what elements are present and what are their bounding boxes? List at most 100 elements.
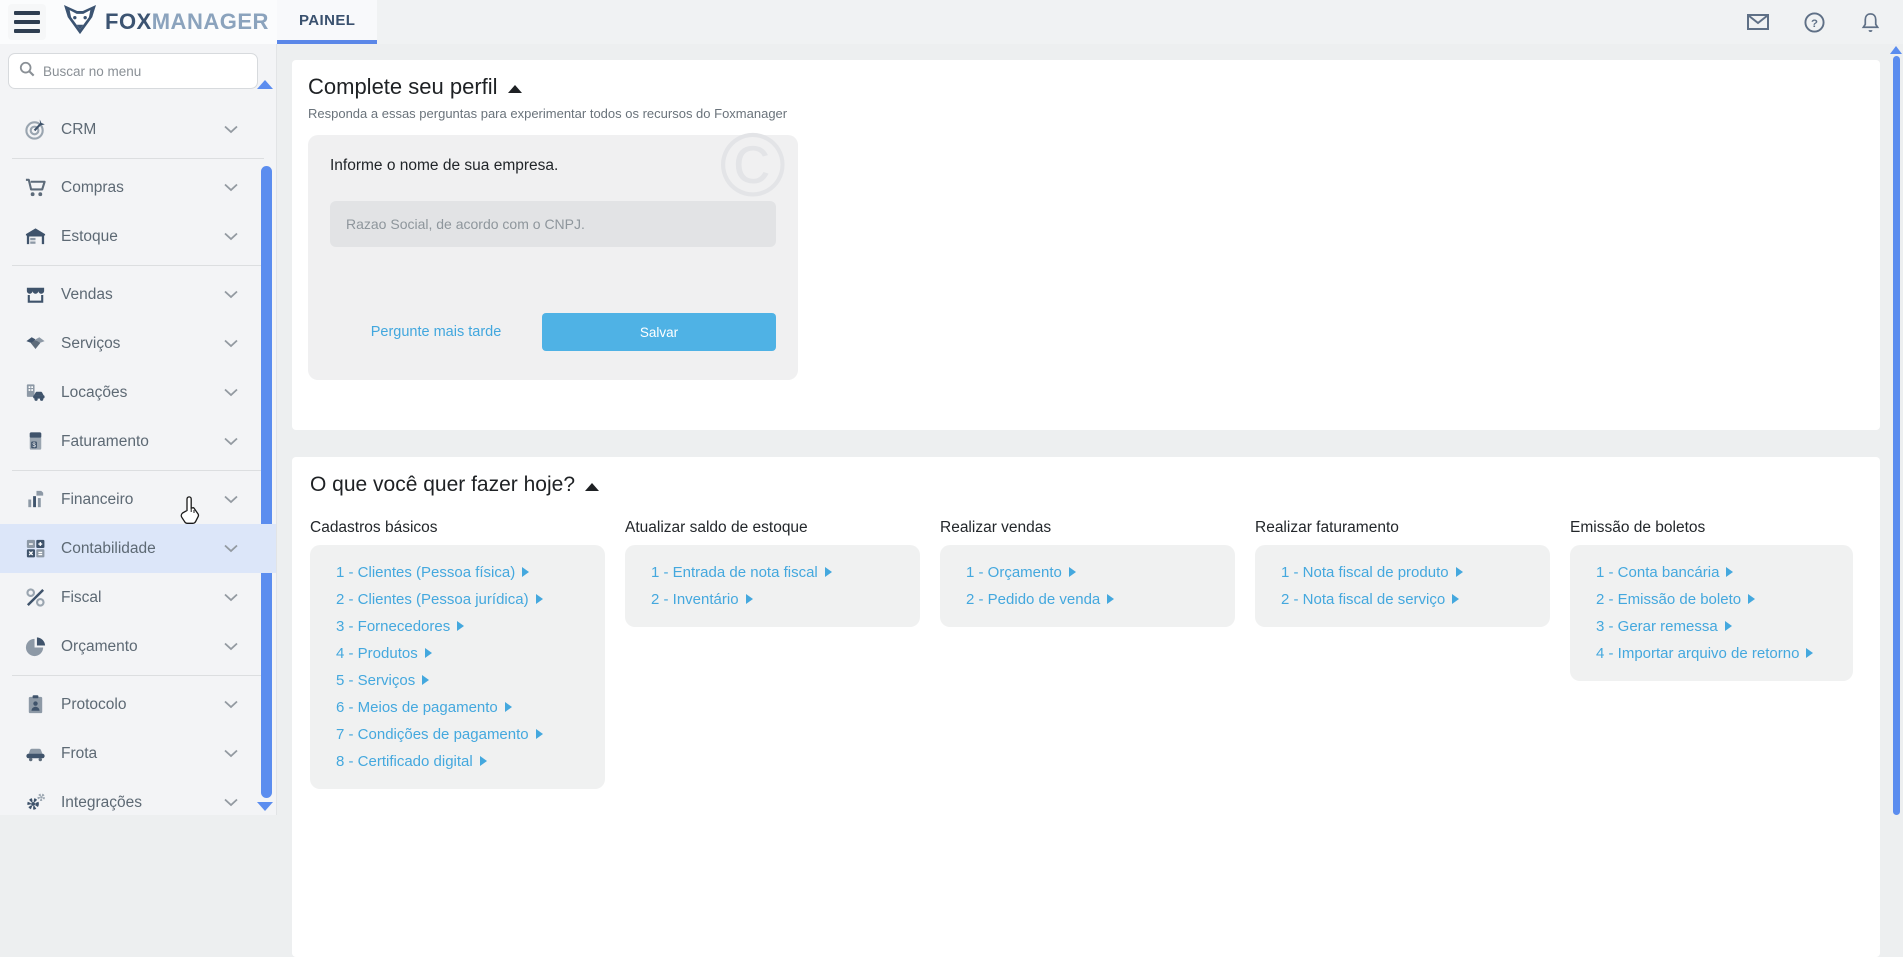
link-arrow-icon bbox=[536, 729, 543, 739]
sidebar-item-label: Financeiro bbox=[61, 491, 133, 509]
quick-link[interactable]: 1 - Orçamento bbox=[966, 559, 1217, 586]
menu-divider bbox=[12, 265, 264, 266]
sidebar-item-crm[interactable]: CRM bbox=[0, 105, 276, 154]
car-icon bbox=[22, 742, 48, 766]
copyright-watermark: © bbox=[720, 121, 786, 211]
ask-later-link[interactable]: Pergunte mais tarde bbox=[330, 324, 542, 340]
quick-link-label: 2 - Nota fiscal de serviço bbox=[1281, 591, 1445, 608]
chevron-down-icon bbox=[224, 491, 238, 509]
column-header: Realizar vendas bbox=[940, 519, 1235, 537]
quick-link-label: 1 - Nota fiscal de produto bbox=[1281, 564, 1449, 581]
sidebar-scroll-up-icon[interactable] bbox=[257, 80, 273, 89]
quick-link[interactable]: 2 - Pedido de venda bbox=[966, 586, 1217, 613]
column-header: Atualizar saldo de estoque bbox=[625, 519, 920, 537]
main-content: Complete seu perfil Responda a essas per… bbox=[278, 44, 1903, 815]
sidebar-item-label: Estoque bbox=[61, 228, 118, 246]
column-atualizar-estoque: Atualizar saldo de estoque 1 - Entrada d… bbox=[625, 519, 920, 789]
sidebar-item-estoque[interactable]: Estoque bbox=[0, 212, 276, 261]
sidebar-item-fiscal[interactable]: Fiscal bbox=[0, 573, 276, 622]
chevron-down-icon bbox=[224, 121, 238, 139]
bar-chart-icon bbox=[22, 488, 48, 512]
target-icon bbox=[22, 118, 48, 142]
storefront-icon bbox=[22, 283, 48, 307]
sidebar-item-contabilidade[interactable]: Contabilidade bbox=[0, 524, 276, 573]
today-section-title: O que você quer fazer hoje? bbox=[310, 473, 575, 497]
collapse-icon[interactable] bbox=[508, 85, 522, 93]
sidebar-item-label: Faturamento bbox=[61, 433, 149, 451]
sidebar-item-financeiro[interactable]: Financeiro bbox=[0, 475, 276, 524]
sidebar-item-label: CRM bbox=[61, 121, 96, 139]
sidebar-item-vendas[interactable]: Vendas bbox=[0, 270, 276, 319]
quick-link-label: 1 - Entrada de nota fiscal bbox=[651, 564, 818, 581]
profile-section: Complete seu perfil Responda a essas per… bbox=[292, 60, 1880, 430]
sidebar-item-label: Integrações bbox=[61, 794, 142, 812]
page-scroll-up-icon[interactable] bbox=[1890, 46, 1902, 54]
quick-link-label: 1 - Conta bancária bbox=[1596, 564, 1719, 581]
quick-link[interactable]: 1 - Clientes (Pessoa física) bbox=[336, 559, 587, 586]
percent-icon bbox=[22, 586, 48, 610]
quick-link[interactable]: 3 - Fornecedores bbox=[336, 613, 587, 640]
chevron-down-icon bbox=[224, 228, 238, 246]
hamburger-menu-icon[interactable] bbox=[8, 4, 46, 40]
quick-link[interactable]: 2 - Clientes (Pessoa jurídica) bbox=[336, 586, 587, 613]
sidebar-item-integracoes[interactable]: Integrações bbox=[0, 778, 276, 827]
link-arrow-icon bbox=[1806, 648, 1813, 658]
quick-link[interactable]: 1 - Nota fiscal de produto bbox=[1281, 559, 1532, 586]
quick-link-label: 6 - Meios de pagamento bbox=[336, 699, 498, 716]
sidebar-item-orcamento[interactable]: Orçamento bbox=[0, 622, 276, 671]
column-realizar-vendas: Realizar vendas 1 - Orçamento 2 - Pedido… bbox=[940, 519, 1235, 789]
quick-link[interactable]: 4 - Importar arquivo de retorno bbox=[1596, 640, 1821, 667]
cart-icon bbox=[22, 176, 48, 200]
column-header: Realizar faturamento bbox=[1255, 519, 1550, 537]
company-question-card: Informe o nome de sua empresa. © Pergunt… bbox=[308, 135, 798, 380]
mail-icon[interactable] bbox=[1747, 11, 1769, 33]
search-input[interactable] bbox=[43, 64, 223, 79]
tab-painel[interactable]: PAINEL bbox=[277, 0, 377, 44]
sidebar-item-locacoes[interactable]: Locações bbox=[0, 368, 276, 417]
quick-link-label: 5 - Serviços bbox=[336, 672, 415, 689]
quick-link[interactable]: 3 - Gerar remessa bbox=[1596, 613, 1835, 640]
quick-links-card: 1 - Orçamento 2 - Pedido de venda bbox=[940, 545, 1235, 627]
quick-link[interactable]: 8 - Certificado digital bbox=[336, 748, 587, 775]
quick-link[interactable]: 1 - Entrada de nota fiscal bbox=[651, 559, 902, 586]
link-arrow-icon bbox=[425, 648, 432, 658]
sidebar-menu: CRM Compras Estoque Vendas bbox=[0, 105, 276, 827]
chevron-down-icon bbox=[224, 696, 238, 714]
svg-text:?: ? bbox=[1811, 17, 1818, 29]
app-title: FOXMANAGER bbox=[105, 9, 269, 35]
help-icon[interactable]: ? bbox=[1803, 11, 1825, 33]
quick-link-label: 7 - Condições de pagamento bbox=[336, 726, 529, 743]
menu-search-box bbox=[8, 53, 258, 89]
quick-link[interactable]: 1 - Conta bancária bbox=[1596, 559, 1835, 586]
quick-link[interactable]: 2 - Emissão de boleto bbox=[1596, 586, 1835, 613]
quick-link[interactable]: 6 - Meios de pagamento bbox=[336, 694, 587, 721]
quick-link[interactable]: 7 - Condições de pagamento bbox=[336, 721, 587, 748]
sidebar-item-faturamento[interactable]: $ Faturamento bbox=[0, 417, 276, 466]
sidebar-item-servicos[interactable]: Serviços bbox=[0, 319, 276, 368]
link-arrow-icon bbox=[1748, 594, 1755, 604]
sidebar-item-label: Contabilidade bbox=[61, 540, 156, 558]
link-arrow-icon bbox=[746, 594, 753, 604]
quick-link-label: 2 - Pedido de venda bbox=[966, 591, 1100, 608]
save-button[interactable]: Salvar bbox=[542, 313, 776, 351]
link-arrow-icon bbox=[480, 756, 487, 766]
company-name-input[interactable] bbox=[330, 201, 776, 247]
quick-link[interactable]: 2 - Inventário bbox=[651, 586, 902, 613]
link-arrow-icon bbox=[1456, 567, 1463, 577]
bell-icon[interactable] bbox=[1859, 11, 1881, 33]
quick-link[interactable]: 4 - Produtos bbox=[336, 640, 587, 667]
page-scrollbar[interactable] bbox=[1893, 56, 1900, 815]
chevron-down-icon bbox=[224, 286, 238, 304]
sidebar-item-compras[interactable]: Compras bbox=[0, 163, 276, 212]
column-cadastros-basicos: Cadastros básicos 1 - Clientes (Pessoa f… bbox=[310, 519, 605, 789]
link-arrow-icon bbox=[1452, 594, 1459, 604]
today-section: O que você quer fazer hoje? Cadastros bá… bbox=[292, 457, 1880, 957]
profile-section-title: Complete seu perfil bbox=[308, 74, 498, 100]
quick-link[interactable]: 5 - Serviços bbox=[336, 667, 587, 694]
quick-link[interactable]: 2 - Nota fiscal de serviço bbox=[1281, 586, 1532, 613]
sidebar-item-protocolo[interactable]: Protocolo bbox=[0, 680, 276, 729]
menu-divider bbox=[12, 675, 264, 676]
sidebar-item-frota[interactable]: Frota bbox=[0, 729, 276, 778]
collapse-icon[interactable] bbox=[585, 483, 599, 491]
sidebar-item-label: Orçamento bbox=[61, 638, 138, 656]
